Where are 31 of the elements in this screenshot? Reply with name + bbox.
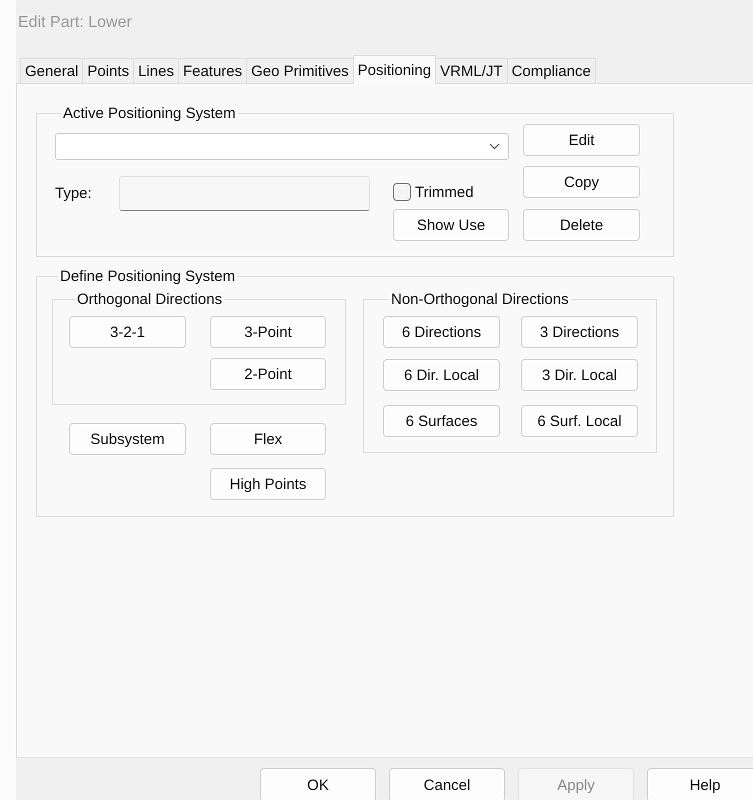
option-button[interactable]: 2-Point bbox=[210, 358, 326, 390]
dialog-button[interactable]: Help bbox=[647, 768, 753, 800]
tab[interactable]: Positioning bbox=[352, 55, 436, 84]
edit-button[interactable]: Edit bbox=[523, 124, 640, 156]
option-button[interactable]: 6 Surf. Local bbox=[521, 405, 638, 437]
type-label: Type: bbox=[55, 185, 93, 202]
window-title: Edit Part: Lower bbox=[18, 14, 132, 32]
group-title: Define Positioning System bbox=[59, 268, 236, 285]
high-points-button[interactable]: High Points bbox=[210, 468, 326, 500]
option-button[interactable]: 6 Directions bbox=[383, 316, 500, 348]
group-title: Active Positioning System bbox=[62, 105, 237, 122]
option-button[interactable]: 6 Surfaces bbox=[383, 405, 500, 437]
option-button[interactable]: 3 Dir. Local bbox=[521, 359, 638, 391]
option-button[interactable]: 3 Directions bbox=[521, 316, 638, 348]
trimmed-checkbox[interactable]: Trimmed bbox=[393, 182, 474, 202]
group-title: Non-Orthogonal Directions bbox=[390, 291, 570, 308]
tab[interactable]: Compliance bbox=[506, 58, 596, 83]
show-use-button[interactable]: Show Use bbox=[393, 209, 509, 241]
dialog-button[interactable]: Cancel bbox=[389, 768, 505, 800]
delete-button[interactable]: Delete bbox=[523, 209, 640, 241]
group-title: Orthogonal Directions bbox=[76, 291, 224, 308]
option-button[interactable]: 6 Dir. Local bbox=[383, 359, 500, 391]
subsystem-button[interactable]: Subsystem bbox=[69, 423, 186, 455]
dialog-button[interactable]: OK bbox=[260, 768, 376, 800]
tab[interactable]: General bbox=[20, 58, 84, 83]
option-button[interactable]: 3-2-1 bbox=[69, 316, 186, 348]
type-field[interactable] bbox=[119, 176, 370, 211]
flex-button[interactable]: Flex bbox=[210, 423, 326, 455]
option-button[interactable]: 3-Point bbox=[210, 316, 326, 348]
copy-button[interactable]: Copy bbox=[523, 166, 640, 198]
chevron-down-icon bbox=[489, 143, 500, 150]
